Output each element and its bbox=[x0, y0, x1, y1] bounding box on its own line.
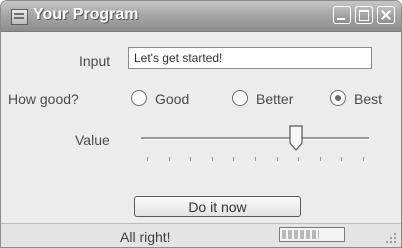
radio-best-label[interactable]: Best bbox=[354, 91, 382, 107]
app-icon[interactable] bbox=[11, 9, 28, 25]
radio-circle[interactable] bbox=[330, 90, 346, 106]
slider-tick bbox=[363, 157, 364, 161]
radio-better[interactable]: Better bbox=[232, 88, 307, 110]
resize-grip-icon[interactable] bbox=[385, 232, 397, 244]
slider-ticks bbox=[141, 157, 369, 161]
slider-tick bbox=[212, 157, 213, 161]
slider-thumb[interactable] bbox=[289, 125, 303, 151]
maximize-icon[interactable] bbox=[355, 6, 373, 24]
how-good-label: How good? bbox=[8, 91, 79, 107]
radio-good[interactable]: Good bbox=[131, 88, 201, 110]
value-slider[interactable] bbox=[141, 123, 369, 165]
slider-track[interactable] bbox=[141, 137, 369, 140]
window-title: Your Program bbox=[33, 6, 139, 23]
slider-tick bbox=[233, 157, 234, 161]
app-window: Your Program Input How good? Good Better… bbox=[0, 0, 402, 248]
radio-good-label[interactable]: Good bbox=[155, 91, 189, 107]
input-label: Input bbox=[79, 53, 111, 69]
do-it-now-button[interactable]: Do it now bbox=[134, 196, 301, 217]
radio-circle[interactable] bbox=[131, 90, 147, 106]
close-icon[interactable] bbox=[377, 6, 395, 24]
slider-tick bbox=[147, 157, 148, 161]
value-label: Value bbox=[75, 132, 110, 148]
progress-fill bbox=[282, 230, 319, 239]
minimize-icon[interactable] bbox=[333, 6, 351, 24]
slider-tick bbox=[320, 157, 321, 161]
slider-tick bbox=[298, 157, 299, 161]
status-bar: All right! bbox=[1, 223, 401, 247]
radio-better-label[interactable]: Better bbox=[256, 91, 293, 107]
slider-tick bbox=[277, 157, 278, 161]
slider-tick bbox=[190, 157, 191, 161]
status-text: All right! bbox=[120, 229, 171, 245]
title-bar[interactable]: Your Program bbox=[1, 1, 401, 32]
text-input-field[interactable] bbox=[128, 47, 372, 69]
radio-best[interactable]: Best bbox=[330, 88, 400, 110]
radio-circle[interactable] bbox=[232, 90, 248, 106]
slider-tick bbox=[341, 157, 342, 161]
slider-tick bbox=[255, 157, 256, 161]
status-progress bbox=[279, 227, 345, 242]
slider-tick bbox=[169, 157, 170, 161]
